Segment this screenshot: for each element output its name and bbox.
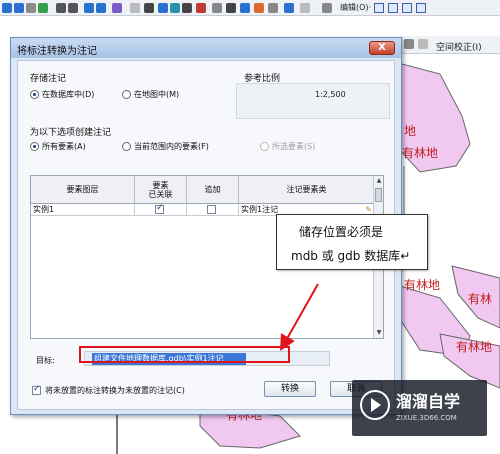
ref-scale-panel: 1:2,500 (236, 83, 390, 119)
route-icon[interactable] (240, 3, 250, 13)
go-to-xy-icon[interactable] (212, 3, 222, 13)
radio-current-extent[interactable]: 当前范围内的要素(F) (122, 141, 209, 152)
note-line-2: mdb 或 gdb 数据库↵ (291, 249, 411, 263)
fixed-zoom-out-icon[interactable] (68, 3, 78, 13)
editor-dropdown-icon[interactable] (284, 3, 294, 13)
storage-group-title: 存储注记 (30, 74, 67, 84)
clear-selection-icon[interactable] (130, 3, 140, 13)
zoom-in-icon[interactable] (2, 3, 12, 13)
editor-toolbar-grip-icon (300, 3, 310, 13)
watermark-subtitle: ZIXUE.3D66.COM (396, 414, 457, 422)
scroll-up-icon[interactable]: ▲ (375, 177, 383, 185)
table-cell-append[interactable] (187, 204, 239, 216)
storage-note-callout: 储存位置必须是 mdb 或 gdb 数据库↵ (276, 214, 428, 270)
table-cell-linked[interactable] (135, 203, 187, 216)
radio-current-extent-label: 当前范围内的要素(F) (134, 142, 209, 151)
radio-in-database-label: 在数据库中(D) (42, 90, 95, 99)
convert-unplaced-label: 将未放置的标注转换为未放置的注记(C) (45, 386, 185, 395)
linked-checkbox[interactable] (155, 203, 164, 214)
radio-dot-disabled-icon (260, 142, 269, 151)
zoom-out-icon[interactable] (14, 3, 24, 13)
radio-all-features[interactable]: 所有要素(A) (30, 141, 86, 152)
hyperlink-icon[interactable] (170, 3, 180, 13)
binoculars-icon[interactable] (226, 3, 236, 13)
watermark-logo: 溜溜自学 ZIXUE.3D66.COM (352, 380, 487, 436)
target-highlight-box (79, 346, 290, 363)
convert-button[interactable]: 转换 (264, 381, 316, 397)
toolbar-dropdown-icon[interactable] (418, 39, 428, 49)
map-label-2: 有林地 (402, 146, 439, 160)
note-line-1: 储存位置必须是 (299, 225, 384, 239)
select-features-icon[interactable] (112, 3, 122, 13)
col-header-append[interactable]: 追加 (187, 176, 239, 204)
play-icon (371, 398, 381, 412)
radio-dot-selected-icon (30, 90, 39, 99)
window-icon[interactable] (268, 3, 278, 13)
radio-dot-icon (122, 142, 131, 151)
radio-in-database[interactable]: 在数据库中(D) (30, 89, 94, 100)
scroll-down-icon[interactable]: ▼ (375, 329, 383, 337)
separator-icon (322, 3, 332, 13)
annotation-class-name: 实例1注记 (241, 205, 279, 214)
watermark-title: 溜溜自学 (396, 392, 461, 411)
main-toolbar: 编辑(O)· (0, 0, 500, 16)
col-header-annotation-class[interactable]: 注记要素类 (239, 176, 375, 204)
table-cell-layer[interactable]: 实例1 (31, 204, 135, 216)
sketch-tool-icon[interactable] (388, 3, 398, 13)
create-for-title: 为以下选项创建注记 (30, 128, 112, 138)
radio-in-map[interactable]: 在地图中(M) (122, 89, 179, 100)
toolbar-grip-icon (404, 39, 414, 49)
target-label: 目标: (36, 356, 55, 365)
radio-dot-selected-icon (30, 142, 39, 151)
convert-unplaced-option[interactable]: 将未放置的标注转换为未放置的注记(C) (32, 384, 272, 396)
map-label-3: 有林地 (404, 278, 441, 292)
map-label-4: 有林 (468, 292, 493, 306)
edit-tool-icon[interactable] (374, 3, 384, 13)
back-icon[interactable] (84, 3, 94, 13)
radio-dot-icon (122, 90, 131, 99)
append-checkbox[interactable] (207, 205, 216, 214)
map-label-1: 地 (404, 124, 417, 138)
radio-in-map-label: 在地图中(M) (134, 90, 180, 99)
map-label-5: 有林地 (456, 340, 493, 354)
find-icon[interactable] (196, 3, 206, 13)
radio-selected-features: 所选要素(S) (260, 141, 315, 152)
radio-all-features-label: 所有要素(A) (42, 142, 86, 151)
editor-menu-label[interactable]: 编辑(O)· (340, 2, 371, 13)
scroll-thumb[interactable] (375, 188, 382, 202)
forward-icon[interactable] (96, 3, 106, 13)
ref-scale-value: 1:2,500 (315, 90, 346, 99)
measure-icon[interactable] (182, 3, 192, 13)
convert-unplaced-checkbox[interactable] (32, 384, 41, 395)
spatial-correction-menu[interactable]: 空间校正(I) (436, 40, 482, 53)
dialog-titlebar[interactable]: 将标注转换为注记 X (11, 38, 401, 58)
full-extent-icon[interactable] (38, 3, 48, 13)
select-element-icon[interactable] (144, 3, 154, 13)
reshape-icon[interactable] (402, 3, 412, 13)
cut-polygon-icon[interactable] (416, 3, 426, 13)
col-header-linked[interactable]: 要素 已关联 (135, 176, 187, 204)
col-header-layer[interactable]: 要素图层 (31, 176, 135, 204)
pan-icon[interactable] (26, 3, 36, 13)
identify-icon[interactable] (158, 3, 168, 13)
radio-selected-features-label: 所选要素(S) (272, 142, 316, 151)
dialog-title: 将标注转换为注记 (17, 46, 97, 57)
time-slider-icon[interactable] (254, 3, 264, 13)
fixed-zoom-in-icon[interactable] (56, 3, 66, 13)
close-button[interactable]: X (369, 41, 395, 55)
